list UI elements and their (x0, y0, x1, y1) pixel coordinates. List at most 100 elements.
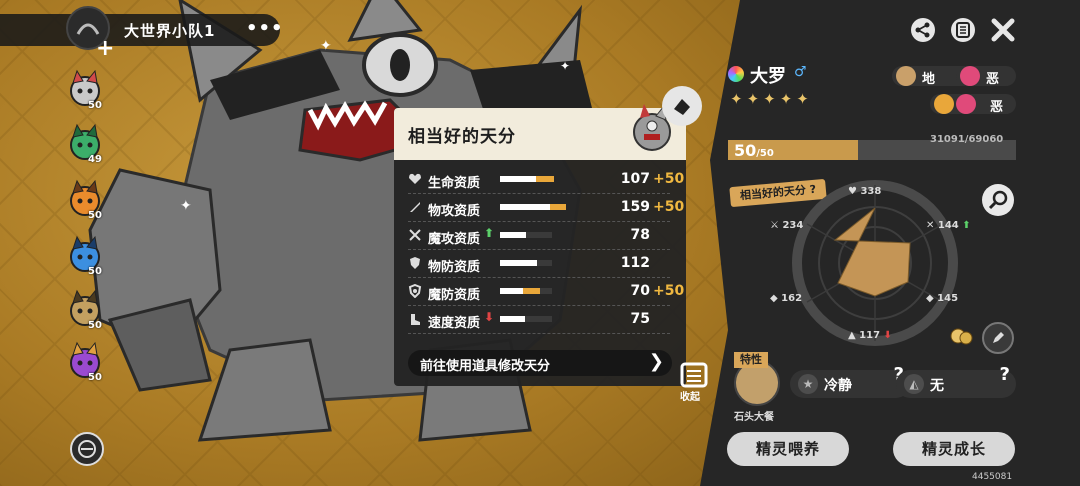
magic-shield-icon (408, 284, 422, 298)
camera-button[interactable] (662, 86, 702, 126)
stat-bar-base (500, 316, 525, 322)
stat-bar-base (500, 176, 537, 182)
type-tag-evil[interactable]: 恶 (956, 66, 1016, 87)
stat-value: 78 (630, 227, 650, 243)
radar-label-matk: ✕ 144 ⬆ (926, 220, 971, 231)
stat-bar (500, 204, 566, 210)
radar-label-hp: ♥ 338 (848, 186, 882, 197)
catch-menu-button[interactable] (70, 432, 104, 466)
type-label: 地 (922, 72, 936, 87)
shiny-icon (728, 66, 744, 82)
stat-trend-icon: ⬇ (484, 310, 495, 324)
trait-name: 石头大餐 (734, 412, 774, 423)
stat-value: 75 (630, 311, 650, 327)
party-slot-level: 50 (88, 210, 102, 221)
heart-icon (409, 173, 421, 184)
coin-icon[interactable] (950, 326, 974, 346)
magnifier-icon (988, 190, 1008, 210)
stat-bonus: +50 (653, 283, 685, 299)
sword-icon (410, 202, 420, 212)
stat-bar-base (500, 232, 526, 238)
chevron-right-icon: ❯ (648, 351, 664, 372)
stat-value: 70 (630, 283, 650, 299)
camera-icon (674, 99, 690, 115)
type-label: 恶 (990, 100, 1004, 115)
talent-stat-row: 速度资质 ⬇ 75 (408, 306, 670, 334)
stat-bar-bonus (536, 176, 554, 182)
stat-bar (500, 316, 552, 322)
talent-stat-row: 物防资质 112 (408, 250, 670, 278)
talent-popup: 相当好的天分 生命资质 107 +50 物攻资质 159 +50 魔攻资质 ⬆ (394, 104, 686, 386)
type-tag-evil-secondary[interactable]: 恶 (930, 94, 1016, 115)
stat-bonus: +50 (653, 199, 685, 215)
talent-stat-row: 物攻资质 159 +50 (408, 194, 684, 222)
party-slot-level: 50 (88, 372, 102, 383)
talent-radar-chart (792, 180, 958, 346)
radar-label-pdef: ◆ 162 (770, 293, 803, 304)
close-icon[interactable] (990, 17, 1016, 43)
stat-trend-icon: ⬆ (484, 226, 495, 240)
modify-talent-button[interactable]: 前往使用道具修改天分 ❯ (408, 350, 672, 376)
stat-label: 魔攻资质 (428, 232, 481, 247)
level-text: 50/50 (734, 141, 774, 160)
team-more-button[interactable]: ••• (246, 18, 284, 39)
zoom-button[interactable] (982, 184, 1014, 216)
help-icon[interactable]: ? (1000, 364, 1010, 385)
item-button[interactable]: ◭ 无 ? (896, 364, 1016, 398)
stat-bar-base (500, 204, 550, 210)
shield-icon (410, 257, 420, 269)
stat-bonus: +50 (653, 171, 685, 187)
radar-label-patk: ⚔ 234 (770, 220, 804, 231)
collapse-label[interactable]: 收起 (680, 388, 700, 403)
wand-icon (409, 229, 421, 241)
team-name: 大世界小队1 (124, 22, 216, 40)
stat-bar-bonus (523, 288, 541, 294)
talent-popup-title: 相当好的天分 (408, 127, 516, 147)
add-team-icon[interactable]: + (96, 36, 114, 61)
evil-type-icon (956, 94, 976, 114)
edit-button[interactable] (982, 322, 1014, 354)
stat-bar (500, 232, 552, 238)
share-icon[interactable] (910, 17, 936, 43)
stat-bar (500, 288, 552, 294)
stat-bar-base (500, 288, 524, 294)
talent-stat-row: 生命资质 107 +50 (408, 166, 684, 194)
level-max: /50 (756, 148, 774, 159)
stat-value: 159 (620, 199, 650, 215)
stat-label: 生命资质 (428, 176, 481, 191)
item-label: 无 (930, 378, 944, 394)
grow-button[interactable]: 精灵成长 (893, 432, 1015, 466)
stat-bar-bonus (549, 204, 566, 210)
stat-label: 物攻资质 (428, 204, 481, 219)
party-slot-level: 50 (88, 320, 102, 331)
modify-talent-label: 前往使用道具修改天分 (420, 359, 551, 374)
exp-text: 31091/69060 (930, 134, 1004, 145)
stat-label: 魔防资质 (428, 288, 481, 303)
stat-bar (500, 260, 552, 266)
radar-label-mdef: ◆ 145 (926, 293, 959, 304)
svg-text:✦: ✦ (320, 38, 332, 54)
party-slot-level: 49 (88, 154, 102, 165)
talent-popup-header: 相当好的天分 (394, 104, 686, 160)
feed-button[interactable]: 精灵喂养 (727, 432, 849, 466)
radar-shape (833, 207, 911, 297)
svg-text:✦: ✦ (180, 198, 192, 214)
stat-value: 107 (620, 171, 650, 187)
radar-label-spd: ▲ 117 ⬇ (848, 330, 892, 341)
level-value: 50 (734, 141, 757, 160)
nature-button[interactable]: ★ 冷静 ? (790, 364, 910, 398)
talent-stat-row: 魔防资质 70 +50 (408, 278, 684, 306)
user-id: 4455081 (972, 472, 1013, 482)
stat-bar-base (500, 260, 538, 266)
svg-text:✦: ✦ (560, 59, 570, 73)
party-slot-level: 50 (88, 266, 102, 277)
talent-stat-row: 魔攻资质 ⬆ 78 (408, 222, 670, 250)
stat-bar (500, 176, 554, 182)
nature-label: 冷静 (824, 378, 852, 394)
trait-badge: 特性 (734, 352, 768, 368)
fruit-icon (934, 94, 954, 114)
pencil-icon (993, 332, 1004, 343)
star-rating: ✦✦✦✦✦ (730, 90, 813, 108)
type-label: 恶 (986, 72, 1000, 87)
list-icon[interactable] (950, 17, 976, 43)
